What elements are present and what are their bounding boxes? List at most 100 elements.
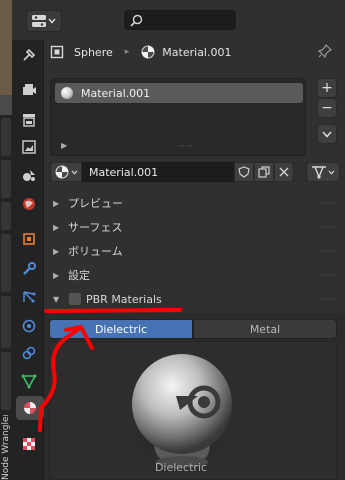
view-layer-icon [22,140,36,154]
view-layer-tab[interactable] [17,135,41,159]
plus-icon: + [321,80,333,96]
node-tree-icon [312,166,326,179]
texture-tab[interactable] [17,432,41,456]
panel-volume[interactable]: ▶ ボリューム ⋯⋯ [44,239,345,263]
mesh-data-icon [21,374,37,389]
panel-preview[interactable]: ▶ プレビュー ⋯⋯ [44,191,345,215]
render-tab[interactable] [17,78,41,102]
panel-grip[interactable]: ⋯⋯ [321,295,337,303]
search-input[interactable] [124,10,236,30]
material-preview-icon [61,87,73,99]
panel-grip[interactable]: ⋯⋯ [321,199,337,207]
collapsed-arrow-icon: ▶ [53,270,60,280]
breadcrumb: Sphere ▸ Material.001 [50,40,340,64]
sidebar-tab[interactable] [1,352,11,410]
expanded-arrow-icon: ▼ [53,294,60,304]
modifier-tab[interactable] [17,257,41,281]
material-slot-item[interactable]: Material.001 [55,83,303,103]
properties-editor-icon [32,15,46,27]
panel-pbr-materials[interactable]: ▼ PBR Materials ⋯⋯ [44,287,345,311]
output-tab[interactable] [17,108,41,132]
list-expand-toggle[interactable]: ▶ [61,141,67,150]
breadcrumb-separator: ▸ [124,47,130,57]
world-icon [23,198,35,210]
breadcrumb-material-name: Material.001 [162,45,232,59]
material-tab[interactable] [16,396,44,420]
properties-header [12,0,345,40]
sidebar-tab[interactable] [1,202,11,230]
material-slot-label: Material.001 [81,86,151,100]
data-tab[interactable] [17,369,41,393]
tab-dielectric[interactable]: Dielectric [49,319,193,339]
add-slot-button[interactable]: + [317,78,337,98]
material-icon [141,45,155,59]
fake-user-button[interactable] [234,162,254,182]
search-icon [130,14,143,27]
texture-icon [23,438,35,450]
chevron-down-icon [328,169,335,175]
material-icon [55,165,68,179]
sidebar-tab[interactable] [1,160,11,198]
unlink-material-button[interactable] [274,162,294,182]
material-datablock-row: Material.001 [50,162,345,184]
scene-tab[interactable] [17,163,41,187]
close-icon [279,167,289,177]
panel-title: PBR Materials [86,292,162,306]
constraints-tab[interactable] [17,341,41,365]
sidebar-tab[interactable] [1,296,11,348]
physics-tab[interactable] [17,314,41,338]
preview-caption: Dielectric [154,461,208,474]
sidebar-tab-node-wrangler[interactable]: Node Wrangler [0,415,12,480]
panel-title: プレビュー [68,197,123,210]
object-tab[interactable] [17,227,41,251]
particles-icon [23,291,36,303]
panel-grip[interactable]: ⋯⋯ [321,223,337,231]
editor-type-selector[interactable] [26,10,62,32]
left-sidebar-strip: Node Wrangler [0,0,12,480]
material-preview-area[interactable] [49,341,337,480]
pbr-type-tabs: Dielectric Metal [49,319,337,339]
sidebar-tab[interactable] [1,234,11,292]
pin-icon[interactable] [318,44,332,58]
wrench-icon [23,262,36,275]
material-preview-image [120,354,240,468]
properties-tabs [12,0,44,480]
remove-slot-button[interactable]: − [317,98,337,118]
scene-icon [23,170,35,181]
tool-tab[interactable] [17,43,41,67]
list-resize-grip[interactable]: ⋯⋯ [178,142,194,150]
output-icon [23,114,35,127]
object-icon [50,45,64,59]
duplicate-material-button[interactable] [254,162,274,182]
breadcrumb-object-name: Sphere [74,45,113,59]
panel-grip[interactable]: ⋯⋯ [321,247,337,255]
slot-specials-menu[interactable] [317,124,337,144]
pbr-enable-checkbox[interactable] [69,293,81,305]
object-icon [23,233,35,245]
physics-icon [22,319,36,333]
panel-grip[interactable]: ⋯⋯ [321,271,337,279]
particles-tab[interactable] [17,285,41,309]
panel-title: サーフェス [68,221,123,234]
panel-surface[interactable]: ▶ サーフェス ⋯⋯ [44,215,345,239]
sidebar-tab[interactable] [1,118,11,156]
material-slot-list[interactable]: Material.001 ▶ ⋯⋯ [50,78,306,156]
node-tree-button[interactable] [306,162,340,182]
viewport-peek [0,0,12,95]
panel-title: 設定 [68,269,90,282]
collapsed-arrow-icon: ▶ [53,246,60,256]
constraints-icon [22,346,36,360]
tab-metal[interactable]: Metal [193,319,337,339]
browse-material-button[interactable] [50,162,82,182]
material-icon [24,402,36,414]
world-tab[interactable] [17,192,41,216]
render-icon [23,84,36,95]
tool-icon [23,48,36,61]
duplicate-icon [258,166,270,178]
chevron-down-icon [322,131,332,138]
minus-icon: − [321,100,333,116]
shield-icon [238,166,250,178]
collapsed-arrow-icon: ▶ [53,222,60,232]
panel-settings[interactable]: ▶ 設定 ⋯⋯ [44,263,345,287]
collapsed-arrow-icon: ▶ [53,198,60,208]
